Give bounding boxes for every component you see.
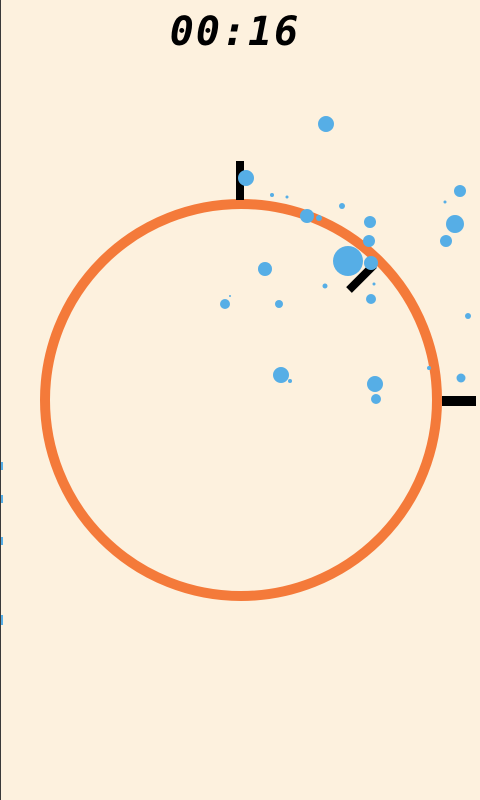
bubble-icon (270, 193, 274, 197)
game-screen[interactable]: 00:16 (0, 0, 480, 800)
bubble-icon (443, 200, 447, 204)
bubble-icon (229, 295, 231, 297)
bubble-icon (371, 394, 381, 404)
bubble-icon (427, 366, 431, 370)
bubble-icon (316, 215, 322, 221)
bubble-icon (440, 235, 452, 247)
bubble-icon (273, 367, 289, 383)
bubble-icon (258, 262, 272, 276)
bubble-icon (288, 379, 292, 383)
bubble-icon (318, 116, 334, 132)
bubble-icon (446, 215, 464, 233)
bubble-icon (300, 209, 314, 223)
bubble-icon (372, 282, 376, 286)
bubble-icon (339, 203, 345, 209)
bubble-icon (456, 373, 466, 383)
bubble-icon (322, 283, 328, 289)
left-edge-ticks (1, 462, 3, 625)
bubble-icon (238, 170, 254, 186)
bubble-icon (364, 256, 378, 270)
bubble-icon (367, 376, 383, 392)
bubble-icon (366, 294, 376, 304)
bubble-icon (285, 195, 289, 199)
tick-markers (236, 161, 476, 406)
bubble-icon (465, 313, 471, 319)
bubble-icon (275, 300, 283, 308)
bubble-icon (333, 246, 363, 276)
bubble-icon (364, 216, 376, 228)
game-arena[interactable] (1, 0, 480, 800)
bubble-icon (363, 235, 375, 247)
bubble-icon (454, 185, 466, 197)
bubble-icon (220, 299, 230, 309)
